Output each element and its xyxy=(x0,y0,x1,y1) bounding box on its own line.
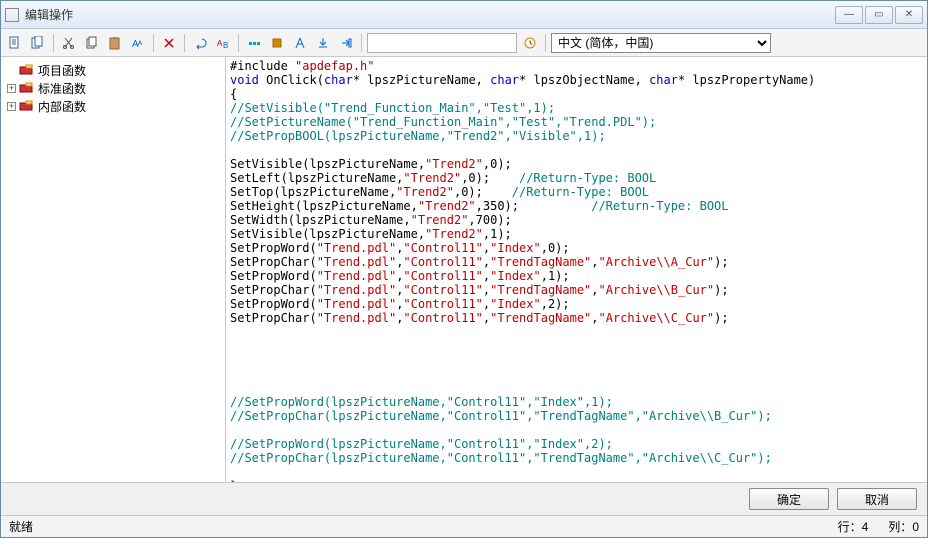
maximize-button[interactable]: ▭ xyxy=(865,6,893,24)
folder-icon xyxy=(19,82,35,94)
code-editor[interactable]: #include "apdefap.h"void OnClick(char* l… xyxy=(226,57,927,482)
compile-all-button[interactable] xyxy=(28,33,48,53)
toolbar: Aᴬ AB 中文 (简体，中国) xyxy=(1,29,927,57)
compile-button[interactable] xyxy=(5,33,25,53)
bookmark-button[interactable] xyxy=(244,33,264,53)
clock-icon[interactable] xyxy=(520,33,540,53)
tree-label: 内部函数 xyxy=(38,98,86,115)
status-col: 列：0 xyxy=(888,518,919,535)
tree-item[interactable]: + 内部函数 xyxy=(3,97,223,115)
separator xyxy=(184,34,185,52)
function-tree[interactable]: 项目函数 + 标准函数 + 内部函数 xyxy=(1,57,226,482)
folder-icon xyxy=(19,100,35,112)
titlebar: 编辑操作 — ▭ ✕ xyxy=(1,1,927,29)
separator xyxy=(53,34,54,52)
paste-button[interactable] xyxy=(105,33,125,53)
ok-button[interactable]: 确定 xyxy=(749,488,829,510)
import-button[interactable] xyxy=(313,33,333,53)
undo-button[interactable] xyxy=(190,33,210,53)
tree-label: 标准函数 xyxy=(38,80,86,97)
expand-icon xyxy=(7,66,16,75)
tree-item[interactable]: 项目函数 xyxy=(3,61,223,79)
separator xyxy=(361,34,362,52)
window: 编辑操作 — ▭ ✕ Aᴬ AB 中文 (简体，中国) 项目函数 + 标准函数 + 内部… xyxy=(0,0,928,538)
font-button[interactable]: Aᴬ xyxy=(128,33,148,53)
status-ready: 就绪 xyxy=(9,518,818,535)
separator xyxy=(545,34,546,52)
separator xyxy=(238,34,239,52)
expand-icon[interactable]: + xyxy=(7,102,16,111)
main-body: 项目函数 + 标准函数 + 内部函数 #include "apdefap.h"void … xyxy=(1,57,927,483)
export-button[interactable] xyxy=(336,33,356,53)
tool-a-button[interactable] xyxy=(290,33,310,53)
status-bar: 就绪 行：4 列：0 xyxy=(1,515,927,537)
svg-text:ᴬ: ᴬ xyxy=(137,39,143,49)
separator xyxy=(153,34,154,52)
object-button[interactable] xyxy=(267,33,287,53)
tree-item[interactable]: + 标准函数 xyxy=(3,79,223,97)
cancel-button[interactable]: 取消 xyxy=(837,488,917,510)
delete-button[interactable] xyxy=(159,33,179,53)
app-icon xyxy=(5,8,19,22)
tree-label: 项目函数 xyxy=(38,62,86,79)
svg-text:B: B xyxy=(223,41,228,50)
cut-button[interactable] xyxy=(59,33,79,53)
language-select[interactable]: 中文 (简体，中国) xyxy=(551,33,771,53)
minimize-button[interactable]: — xyxy=(835,6,863,24)
syntax-check-button[interactable]: AB xyxy=(213,33,233,53)
expand-icon[interactable]: + xyxy=(7,84,16,93)
window-title: 编辑操作 xyxy=(25,6,833,23)
close-button[interactable]: ✕ xyxy=(895,6,923,24)
button-bar: 确定 取消 xyxy=(1,483,927,515)
status-row: 行：4 xyxy=(838,518,869,535)
copy-button[interactable] xyxy=(82,33,102,53)
folder-icon xyxy=(19,64,35,76)
search-input[interactable] xyxy=(367,33,517,53)
